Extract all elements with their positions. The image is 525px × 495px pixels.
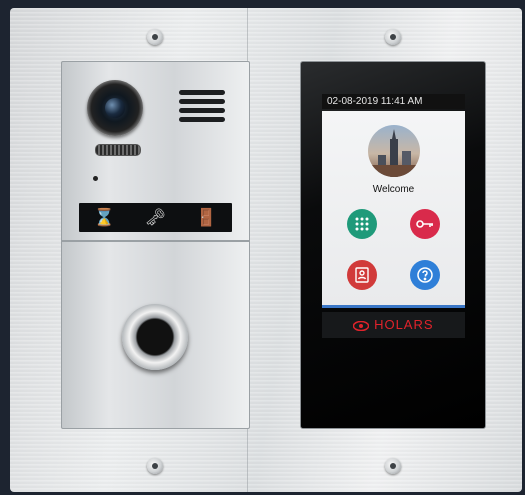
hourglass-icon: ⌛ [93, 207, 116, 227]
screw-icon [147, 29, 163, 45]
welcome-text: Welcome [372, 184, 415, 195]
status-icon-strip: ⌛ 🗝 🚪 [79, 203, 232, 232]
brand-name: HOLARS [374, 317, 434, 332]
ir-sensor [95, 144, 141, 156]
speaker-grille [179, 90, 225, 126]
help-icon[interactable] [410, 260, 440, 290]
panel-divider [62, 240, 249, 242]
brand-logo: HOLARS [322, 312, 465, 338]
screw-icon [385, 29, 401, 45]
microphone-hole [93, 176, 98, 181]
screen-accent-line [322, 305, 465, 308]
avatar[interactable] [368, 125, 420, 177]
contacts-icon[interactable] [347, 260, 377, 290]
door-station: ⌛ 🗝 🚪 [61, 61, 250, 429]
status-bar: 02-08-2019 11:41 AM [322, 94, 465, 109]
touch-screen[interactable]: Welcome [322, 111, 465, 308]
keypad-icon[interactable] [347, 209, 377, 239]
screw-icon [385, 458, 401, 474]
key-icon[interactable] [410, 209, 440, 239]
indoor-monitor: 02-08-2019 11:41 AM Welcome HOLARS [300, 61, 486, 429]
door-icon: 🚪 [195, 207, 218, 227]
camera-lens [87, 80, 143, 136]
key-icon: 🗝 [144, 207, 167, 227]
eye-icon [353, 320, 370, 331]
screw-icon [147, 458, 163, 474]
call-button[interactable] [122, 304, 188, 370]
